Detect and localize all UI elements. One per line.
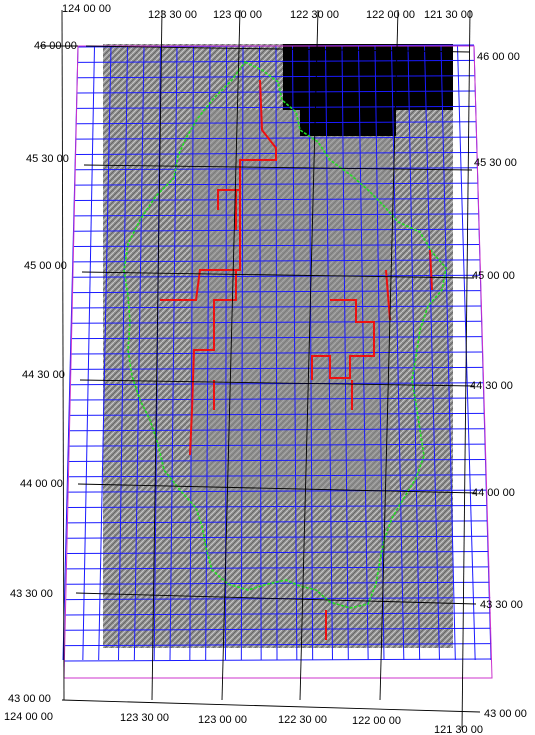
lat-label-right: 43 00 00 <box>484 708 527 720</box>
graticule-line <box>461 9 471 731</box>
bottom-longitude-labels: 124 00 00 123 30 00 123 00 00 122 30 00 … <box>4 711 483 735</box>
lon-label-top: 123 00 00 <box>213 9 262 21</box>
lat-label-right: 46 00 00 <box>477 51 520 63</box>
lon-label-top: 122 30 00 <box>290 9 339 21</box>
graticule-line <box>61 9 65 701</box>
lon-label-bottom: 122 00 00 <box>352 715 401 727</box>
tile-grid-column-line <box>82 45 95 661</box>
lat-label-right: 44 00 00 <box>472 487 515 499</box>
lat-label-left: 43 00 00 <box>8 693 51 705</box>
map-canvas: 124 00 00 123 30 00 123 00 00 122 30 00 … <box>4 3 527 735</box>
lat-label-right: 43 30 00 <box>480 599 523 611</box>
lat-label-right: 45 30 00 <box>474 157 517 169</box>
lon-label-bottom: 121 30 00 <box>434 724 483 735</box>
lat-label-left: 43 30 00 <box>10 588 53 600</box>
lat-label-left: 46 00 00 <box>34 40 77 52</box>
lat-label-right: 44 30 00 <box>470 380 513 392</box>
lon-label-top: 123 30 00 <box>148 9 197 21</box>
lon-label-top: 124 00 00 <box>62 3 111 15</box>
lon-label-top: 122 00 00 <box>366 9 415 21</box>
graticule-line <box>61 699 481 713</box>
lon-label-bottom: 124 00 00 <box>4 711 53 723</box>
lat-label-left: 44 30 00 <box>22 369 65 381</box>
lat-label-left: 44 00 00 <box>20 478 63 490</box>
lat-label-left: 45 00 00 <box>24 260 67 272</box>
lat-label-right: 45 00 00 <box>472 270 515 282</box>
lat-label-left: 45 30 00 <box>26 153 69 165</box>
top-longitude-labels: 124 00 00 123 30 00 123 00 00 122 30 00 … <box>62 3 473 21</box>
lon-label-top: 121 30 00 <box>424 9 473 21</box>
lon-label-bottom: 123 30 00 <box>120 712 169 724</box>
tile-grid-row-line <box>63 658 493 662</box>
lon-label-bottom: 122 30 00 <box>278 714 327 726</box>
lon-label-bottom: 123 00 00 <box>198 714 247 726</box>
right-latitude-labels: 46 00 00 45 30 00 45 00 00 44 30 00 44 0… <box>470 51 527 720</box>
left-latitude-labels: 46 00 00 45 30 00 45 00 00 44 30 00 44 0… <box>8 40 77 705</box>
